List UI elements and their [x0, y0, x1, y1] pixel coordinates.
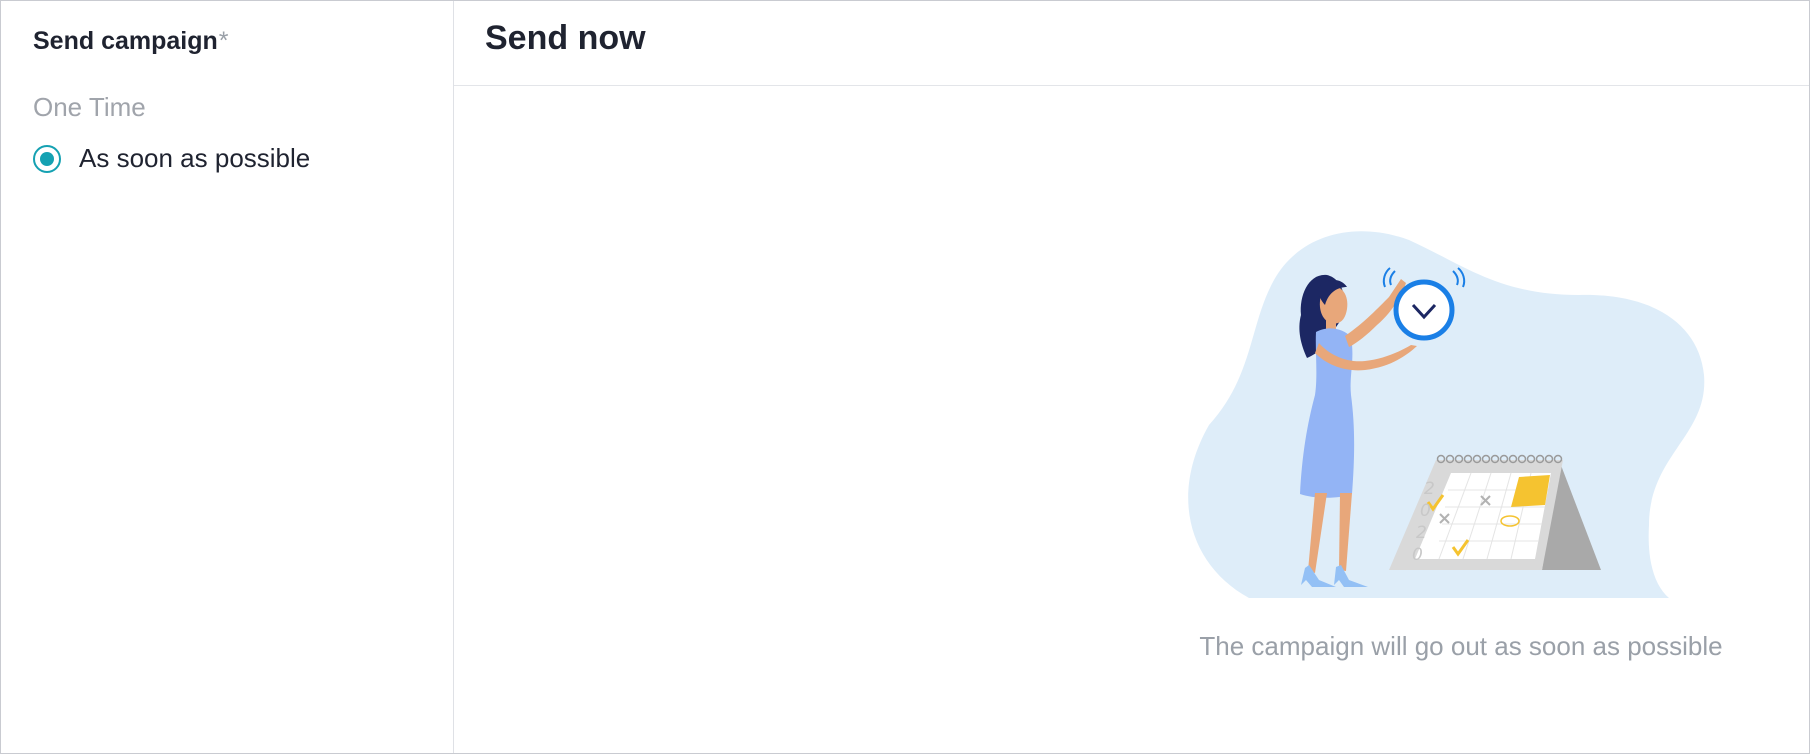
send-now-panel: Send now 2 0 2 0 The campaign will go ou…: [454, 1, 1809, 753]
radio-option-asap[interactable]: As soon as possible: [33, 143, 310, 174]
schedule-illustration: 2 0 2 0: [1188, 231, 1705, 598]
panel-header: Send now: [454, 1, 1809, 86]
section-title-text: Send campaign: [33, 27, 218, 55]
calendar-year-digit: 0: [1412, 545, 1423, 565]
section-title: Send campaign*: [33, 27, 229, 56]
send-options-panel: Send campaign* One Time As soon as possi…: [1, 1, 454, 753]
required-mark: *: [218, 27, 229, 55]
send-now-caption: The campaign will go out as soon as poss…: [1199, 631, 1723, 661]
calendar-year-digit: 0: [1420, 501, 1431, 521]
radio-dot: [40, 151, 54, 166]
calendar-year-digit: 2: [1424, 479, 1435, 499]
radio-label-asap: As soon as possible: [79, 143, 311, 173]
app-frame: Send campaign* One Time As soon as possi…: [0, 0, 1810, 754]
one-time-group-label: One Time: [33, 92, 146, 122]
calendar-year-digit: 2: [1416, 523, 1427, 543]
radio-button-selected[interactable]: [33, 144, 61, 173]
page-title: Send now: [485, 19, 646, 57]
